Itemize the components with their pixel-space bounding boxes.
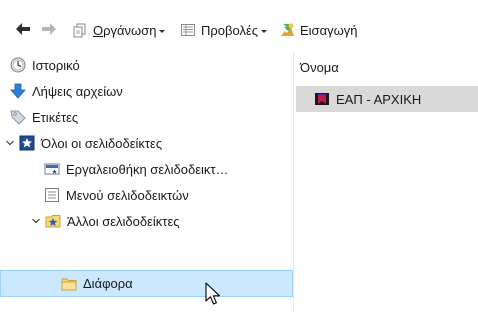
bookmarks-star-icon [19,135,35,151]
import-menu-button[interactable]: Εισαγωγή [279,20,357,40]
import-icon [281,23,294,36]
tree-item-tags[interactable]: Ετικέτες [0,104,293,130]
clock-icon [10,57,26,73]
organize-menu-button[interactable]: Οργάνωση [72,20,166,40]
views-icon [181,24,195,36]
toolbar-icon [44,163,60,175]
tree-item-history[interactable]: Ιστορικό [0,52,293,78]
bookmark-list: Όνομα ΕΑΠ - ΑΡΧΙΚΗ [294,52,478,312]
chevron-down-icon[interactable] [4,137,16,149]
list-item[interactable]: ΕΑΠ - ΑΡΧΙΚΗ [296,86,478,112]
views-label: Προβολές [201,22,259,38]
tree-item-bookmarks-toolbar[interactable]: Εργαλειοθήκη σελιδοδεικτ… [0,156,293,182]
column-header-name[interactable]: Όνομα [300,60,339,75]
chevron-down-icon [159,29,166,33]
tree-item-all-bookmarks[interactable]: Όλοι οι σελιδοδείκτες [0,130,293,156]
tree-item-label: Εργαλειοθήκη σελιδοδεικτ… [66,161,229,177]
site-bookmark-icon [315,93,329,105]
tree-item-misc[interactable]: Διάφορα [0,270,293,297]
download-arrow-icon [10,83,26,99]
tree-item-label: Άλλοι σελιδοδείκτες [67,213,180,229]
tree-item-label: Λήψεις αρχείων [32,83,123,99]
organize-label: Οργάνωση [93,22,157,38]
chevron-down-icon[interactable] [30,215,42,227]
forward-arrow-icon[interactable] [40,21,58,37]
tag-icon [10,110,26,125]
tree-item-label: Ετικέτες [32,109,79,125]
folder-star-icon [45,215,61,228]
tree-item-downloads[interactable]: Λήψεις αρχείων [0,78,293,104]
views-menu-button[interactable]: Προβολές [180,20,268,40]
folder-icon [61,278,77,290]
import-label: Εισαγωγή [300,22,358,38]
list-item-label: ΕΑΠ - ΑΡΧΙΚΗ [336,91,422,107]
tree-item-other-bookmarks[interactable]: Άλλοι σελιδοδείκτες [0,208,293,234]
tree-item-label: Μενού σελιδοδεικτών [66,187,189,203]
menu-icon [45,188,59,202]
tree-item-label: Ιστορικό [32,57,80,73]
tree-item-bookmarks-menu[interactable]: Μενού σελιδοδεικτών [0,182,293,208]
bookmark-tree: Ιστορικό Λήψεις αρχείων Ετικέτες Όλοι οι… [0,52,293,312]
tree-item-label: Διάφορα [83,276,133,291]
chevron-down-icon [261,29,268,33]
back-arrow-icon[interactable] [14,21,32,37]
tree-item-label: Όλοι οι σελιδοδείκτες [41,135,163,151]
toolbar: Οργάνωση Προβολές Εισαγωγή [0,0,478,52]
organize-icon [73,23,86,38]
mouse-cursor-icon [205,282,221,305]
